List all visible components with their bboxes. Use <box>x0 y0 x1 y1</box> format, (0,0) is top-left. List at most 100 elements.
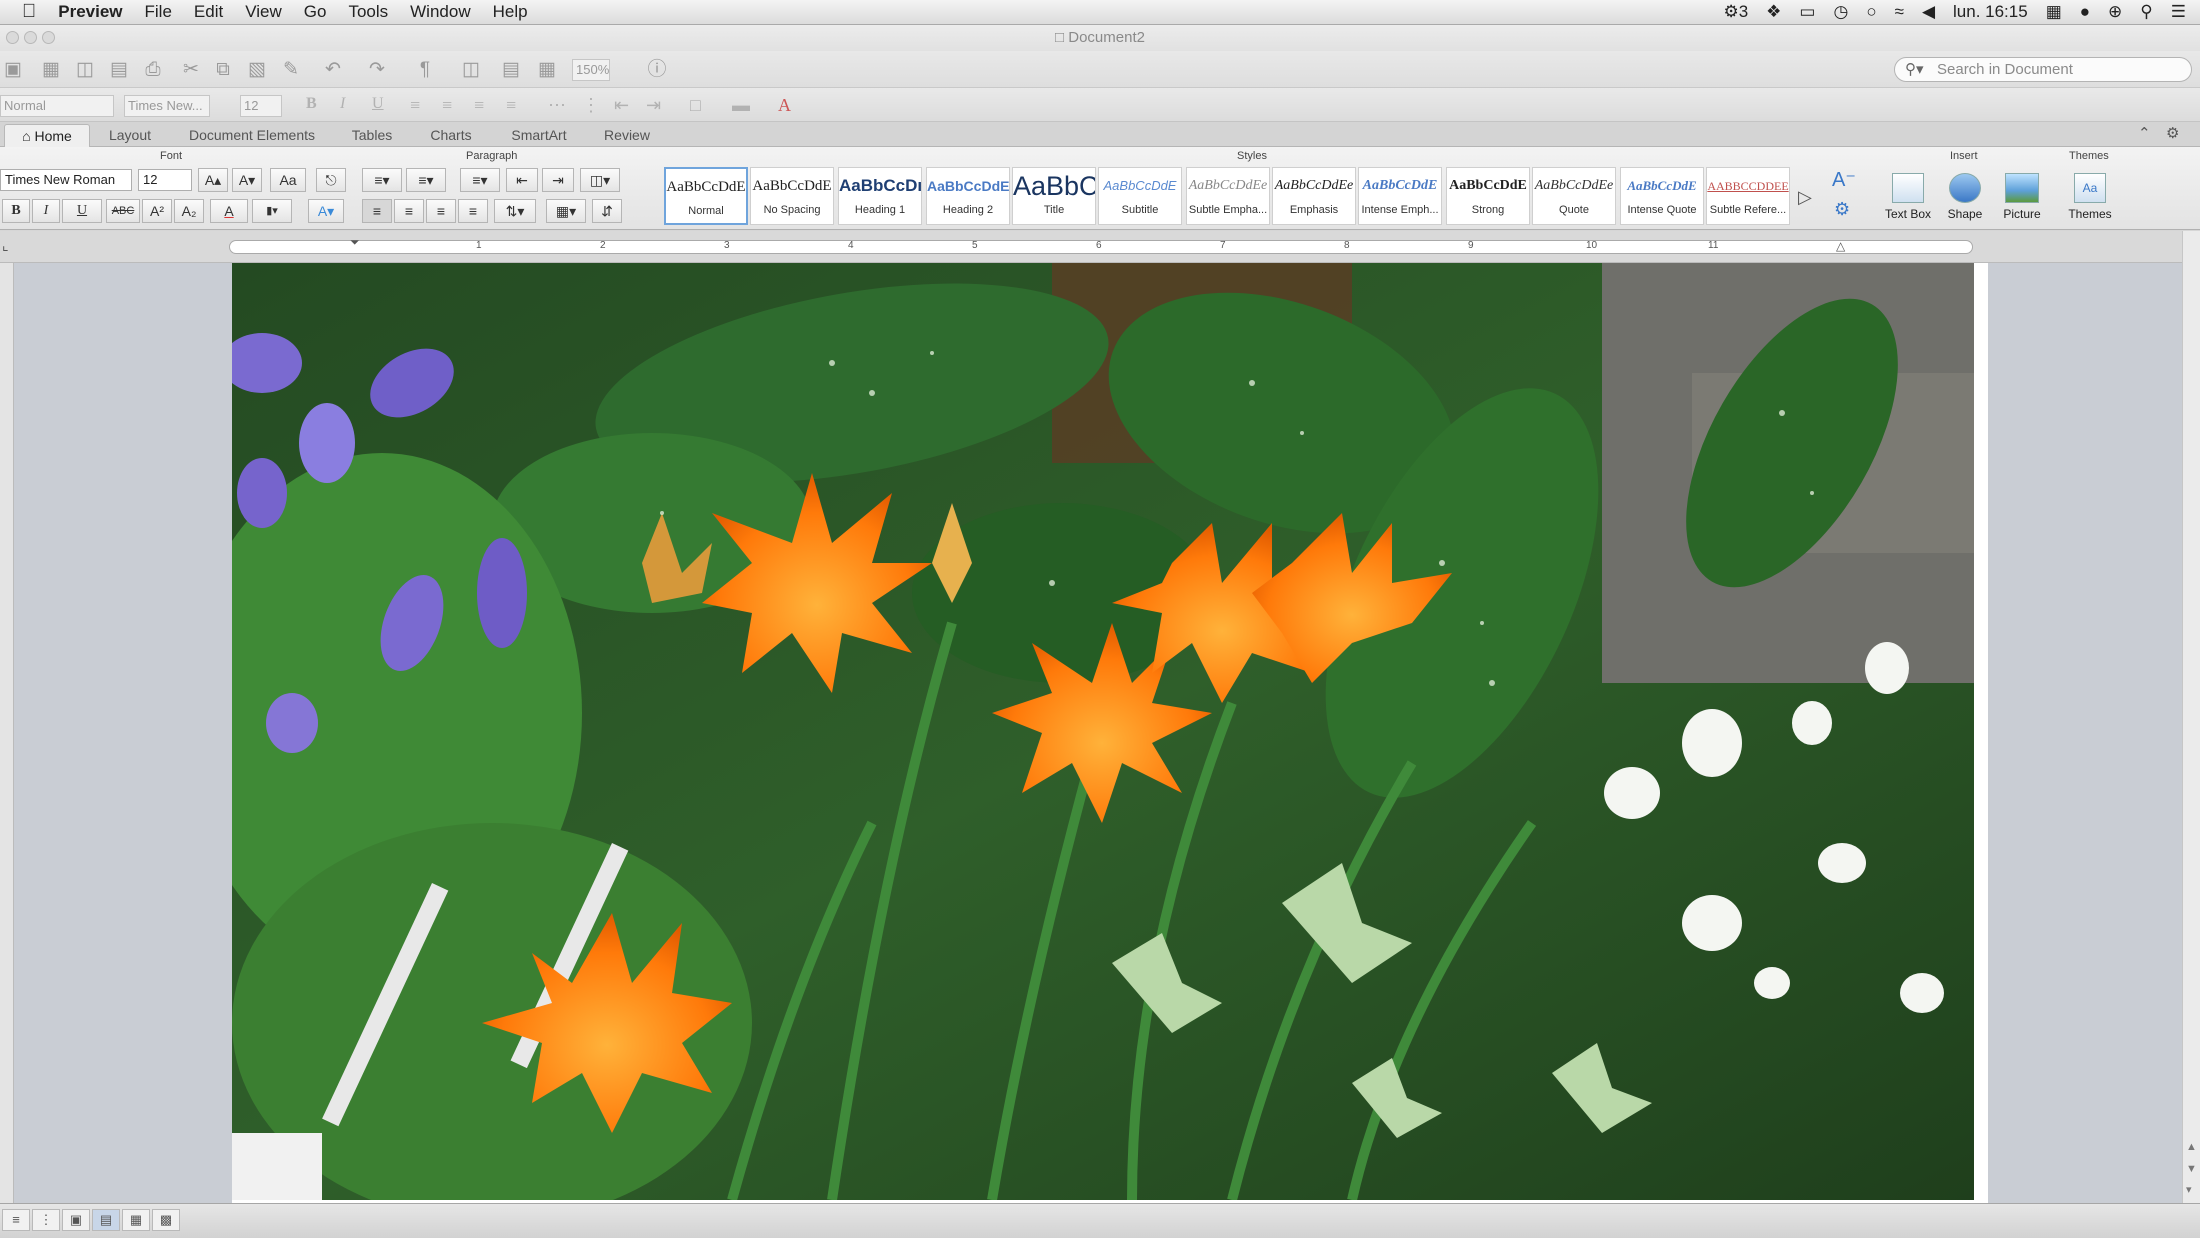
scroll-up-icon[interactable]: ▲ <box>2186 1141 2197 1153</box>
decrease-indent-icon[interactable]: ⇤ <box>614 95 629 116</box>
show-formatting-icon[interactable]: ¶ <box>414 59 436 81</box>
bold-button[interactable]: B <box>2 199 30 223</box>
templates-icon[interactable]: ▦ <box>40 59 62 81</box>
bluetooth-icon[interactable]: ⊕ <box>2108 2 2122 22</box>
right-indent-marker-icon[interactable]: △ <box>1836 239 1845 253</box>
menu-app-name[interactable]: Preview <box>47 2 133 22</box>
numbering-button[interactable]: ≡▾ <box>406 168 446 192</box>
align-left-icon[interactable]: ≡ <box>410 95 420 116</box>
tab-smartart[interactable]: SmartArt <box>496 124 582 147</box>
font-color-dimmed-icon[interactable]: A <box>778 95 791 116</box>
menu-file[interactable]: File <box>134 2 183 22</box>
view-notebook-button[interactable]: ▦ <box>122 1209 150 1231</box>
dropbox-icon[interactable]: ❖ <box>1766 2 1781 22</box>
gallery-icon[interactable]: ▤ <box>500 59 522 81</box>
highlight-icon[interactable]: ▬ <box>732 95 750 116</box>
tab-charts[interactable]: Charts <box>414 124 488 147</box>
menu-go[interactable]: Go <box>293 2 338 22</box>
increase-indent-button[interactable]: ⇥ <box>542 168 574 192</box>
save-icon[interactable]: ▤ <box>108 59 130 81</box>
minimize-window-button[interactable] <box>24 31 37 44</box>
justify-button[interactable]: ≡ <box>458 199 488 223</box>
borders-icon[interactable]: □ <box>690 95 701 116</box>
style-quote[interactable]: AaBbCcDdEe Quote <box>1532 167 1616 225</box>
cut-icon[interactable]: ✂ <box>180 59 202 81</box>
bold-toggle-dimmed[interactable]: B <box>306 95 317 113</box>
italic-toggle-dimmed[interactable]: I <box>340 95 345 113</box>
shading-button[interactable]: ▦▾ <box>546 199 586 223</box>
font-color-button[interactable]: A <box>210 199 248 223</box>
format-painter-icon[interactable]: ✎ <box>280 59 302 81</box>
zoom-window-button[interactable] <box>42 31 55 44</box>
columns-button[interactable]: ◫▾ <box>580 168 620 192</box>
new-document-icon[interactable]: ▣ <box>2 59 24 81</box>
style-heading-1[interactable]: AaBbCcDı Heading 1 <box>838 167 922 225</box>
align-left-button[interactable]: ≡ <box>362 199 392 223</box>
view-publishing-button[interactable]: ▣ <box>62 1209 90 1231</box>
font-size-select[interactable]: 12 <box>138 169 192 191</box>
sidebar-icon[interactable]: ◫ <box>460 59 482 81</box>
menu-edit[interactable]: Edit <box>183 2 234 22</box>
collapse-ribbon-icon[interactable]: ⌃ <box>2138 124 2151 142</box>
scroll-down-icon[interactable]: ▼ <box>2186 1163 2197 1175</box>
zoom-select[interactable]: 150% <box>572 59 610 81</box>
justify-icon[interactable]: ≡ <box>506 95 516 116</box>
menu-tools[interactable]: Tools <box>337 2 399 22</box>
style-normal[interactable]: AaBbCcDdE Normal <box>664 167 748 225</box>
menu-window[interactable]: Window <box>399 2 481 22</box>
view-draft-button[interactable]: ≡ <box>2 1209 30 1231</box>
change-case-button[interactable]: Aa <box>270 168 306 192</box>
apple-menu-icon[interactable]:  <box>0 1 47 23</box>
style-intense-emphasis[interactable]: AaBbCcDdE Intense Emph... <box>1358 167 1442 225</box>
subscript-button[interactable]: A₂ <box>174 199 204 223</box>
text-direction-button[interactable]: ⇵ <box>592 199 622 223</box>
undo-icon[interactable]: ↶ <box>322 59 344 81</box>
view-outline-button[interactable]: ⋮ <box>32 1209 60 1231</box>
size-select[interactable]: 12 <box>240 95 282 117</box>
multilevel-list-button[interactable]: ≡▾ <box>460 168 500 192</box>
spotlight-search-icon[interactable]: ⚲ <box>2140 2 2152 22</box>
style-title[interactable]: AaBbC Title <box>1012 167 1096 225</box>
close-window-button[interactable] <box>6 31 19 44</box>
volume-icon[interactable]: ◀ <box>1922 2 1935 22</box>
style-intense-quote[interactable]: AaBbCcDdE Intense Quote <box>1620 167 1704 225</box>
shrink-font-button[interactable]: A▾ <box>232 168 262 192</box>
decrease-indent-button[interactable]: ⇤ <box>506 168 538 192</box>
style-strong[interactable]: AaBbCcDdE Strong <box>1446 167 1530 225</box>
previous-page-icon[interactable]: ▾ <box>2186 1183 2192 1196</box>
style-select[interactable]: Normal <box>0 95 114 117</box>
ribbon-settings-icon[interactable]: ⚙ <box>2166 124 2179 142</box>
grow-font-button[interactable]: A▴ <box>198 168 228 192</box>
superscript-button[interactable]: A² <box>142 199 172 223</box>
style-subtitle[interactable]: AaBbCcDdE Subtitle <box>1098 167 1182 225</box>
paste-icon[interactable]: ▧ <box>246 59 268 81</box>
user-icon[interactable]: ● <box>2080 2 2090 22</box>
print-icon[interactable]: ⎙ <box>142 59 164 81</box>
tab-document-elements[interactable]: Document Elements <box>172 124 332 147</box>
tab-home[interactable]: ⌂ Home <box>4 124 90 147</box>
strikethrough-button[interactable]: ABC <box>106 199 140 223</box>
open-icon[interactable]: ◫ <box>74 59 96 81</box>
view-print-layout-button[interactable]: ▤ <box>92 1209 120 1231</box>
insert-shape-button[interactable]: Shape <box>1940 173 1990 221</box>
tab-layout[interactable]: Layout <box>92 124 168 147</box>
inline-photo-flowers[interactable] <box>232 263 1974 1200</box>
messages-icon[interactable]: ○ <box>1866 2 1876 22</box>
input-menu-icon[interactable]: ⚙3 <box>1723 2 1748 22</box>
style-heading-2[interactable]: AaBbCcDdE Heading 2 <box>926 167 1010 225</box>
toolbox-icon[interactable]: ▦ <box>536 59 558 81</box>
align-right-button[interactable]: ≡ <box>426 199 456 223</box>
manage-styles-icon[interactable]: A⁻ <box>1832 167 1856 192</box>
clock[interactable]: lun. 16:15 <box>1953 2 2028 22</box>
numbering-icon[interactable]: ⋮ <box>582 95 600 116</box>
insert-picture-button[interactable]: Picture <box>1994 173 2050 221</box>
copy-icon[interactable]: ⧉ <box>212 59 234 81</box>
line-spacing-button[interactable]: ⇅▾ <box>494 199 536 223</box>
font-select[interactable]: Times New... <box>124 95 210 117</box>
bullets-icon[interactable]: ⋯ <box>548 95 566 116</box>
themes-button[interactable]: Aa Themes <box>2062 173 2118 221</box>
redo-icon[interactable]: ↷ <box>366 59 388 81</box>
align-right-icon[interactable]: ≡ <box>474 95 484 116</box>
vertical-ruler[interactable] <box>0 263 14 1203</box>
style-subtle-emphasis[interactable]: AaBbCcDdEe Subtle Empha... <box>1186 167 1270 225</box>
